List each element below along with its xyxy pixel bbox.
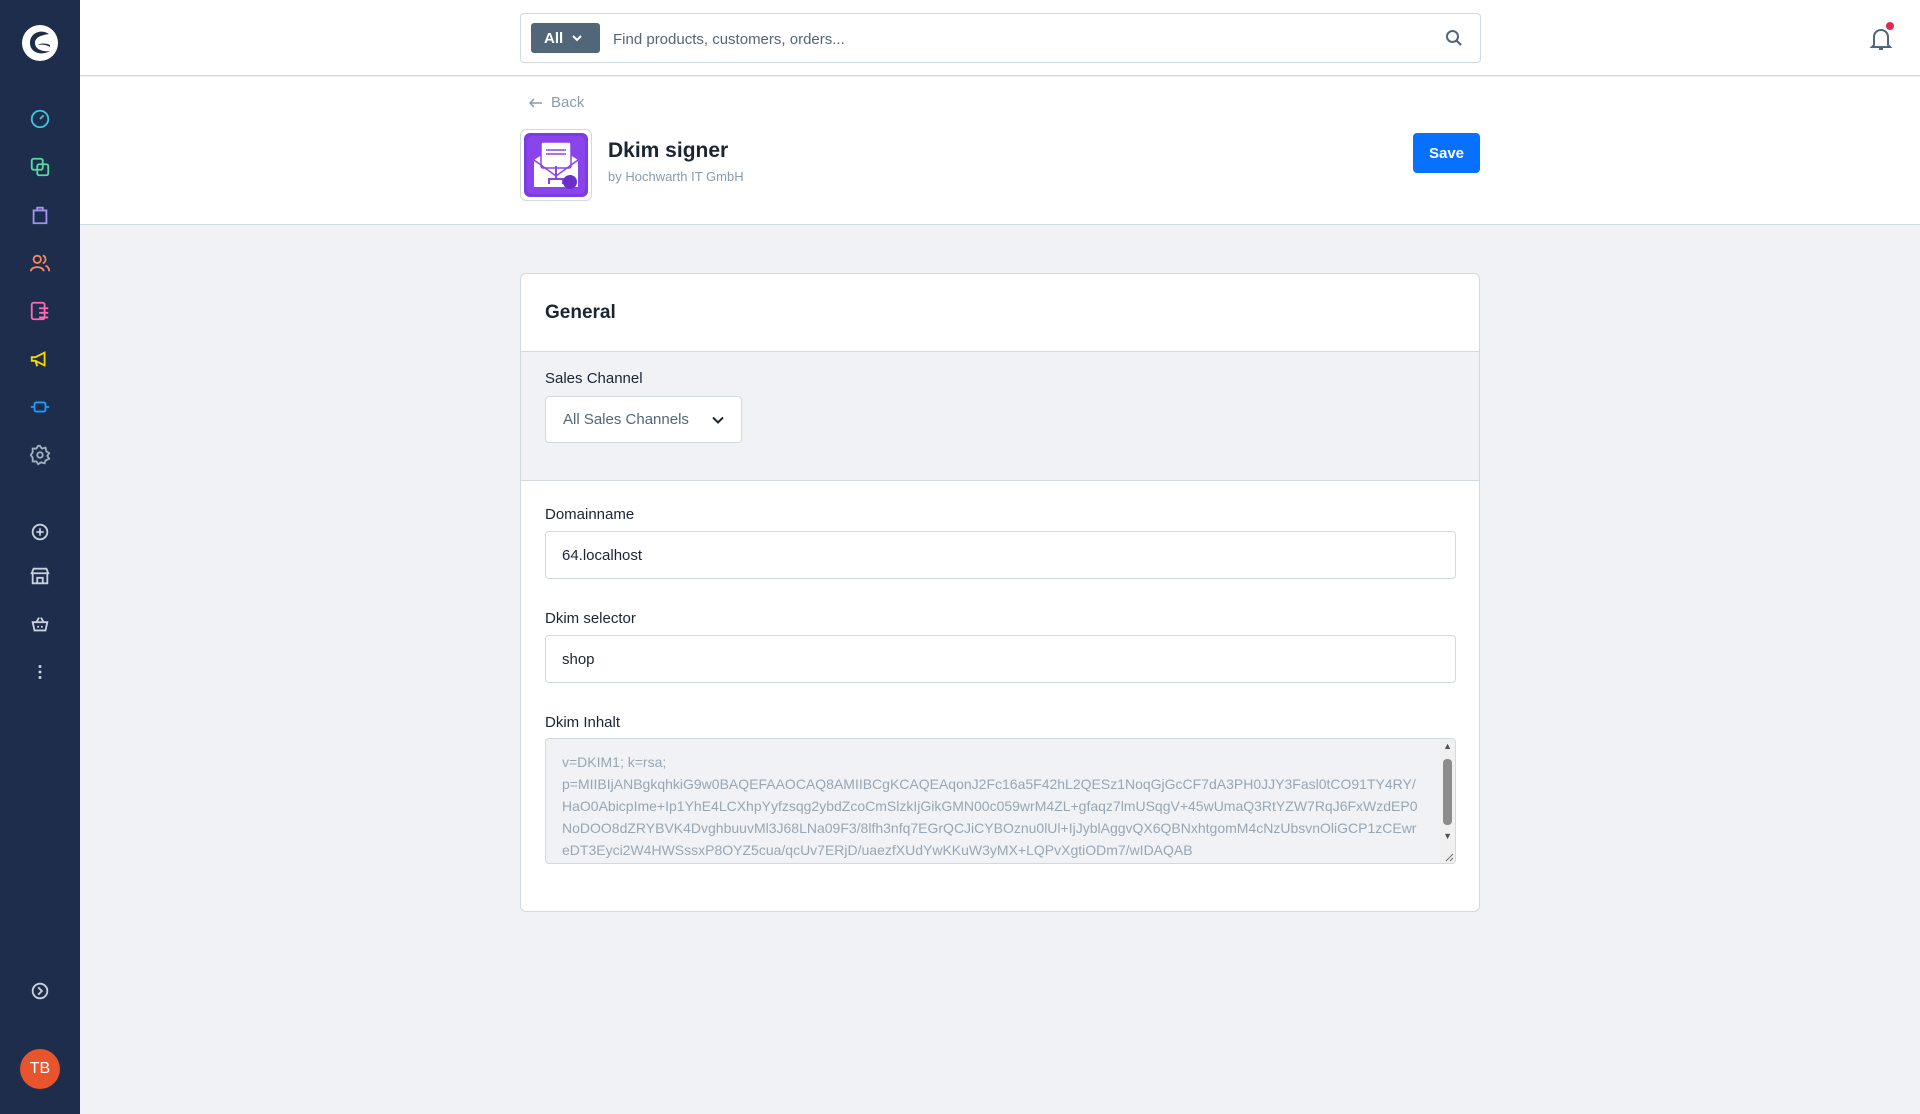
storefront-icon[interactable] [28,564,52,588]
dkim-selector-field[interactable] [545,635,1456,683]
resize-handle-icon[interactable] [1444,852,1454,862]
top-bar: All [80,0,1920,76]
more-icon[interactable] [28,660,52,684]
sales-channel-select[interactable]: All Sales Channels [545,396,742,443]
domainname-field[interactable] [545,531,1456,579]
headless-basket-icon[interactable] [28,612,52,636]
scroll-thumb[interactable] [1443,759,1452,825]
app-icon [520,129,592,201]
avatar-initials: TB [29,1060,51,1077]
chevron-down-icon [712,416,724,424]
search-type-label: All [544,29,564,47]
shopware-logo-icon[interactable] [20,23,60,63]
search-type-dropdown[interactable]: All [531,23,600,53]
page-header: Back Dkim signer by Hochwarth IT GmbH Sa… [80,77,1920,225]
dashboard-icon[interactable] [28,107,52,131]
dkim-inhalt-label: Dkim Inhalt [545,714,621,731]
orders-icon[interactable] [28,203,52,227]
dkim-inhalt-value: v=DKIM1; k=rsa; p=MIIBIjANBgkqhkiG9w0BAQ… [562,754,1418,858]
scroll-down-icon[interactable]: ▼ [1443,831,1452,841]
customers-icon[interactable] [28,251,52,275]
dkim-inhalt-textarea[interactable]: v=DKIM1; k=rsa; p=MIIBIjANBgkqhkiG9w0BAQ… [545,738,1456,864]
search-input[interactable] [613,24,1413,54]
textarea-scrollbar[interactable]: ▲ ▼ [1440,739,1455,863]
card-title: General [545,302,616,323]
back-link[interactable]: Back [529,94,584,111]
envelope-icon [524,133,588,197]
settings-icon[interactable] [28,443,52,467]
extensions-icon[interactable] [28,395,52,419]
add-sales-channel-icon[interactable] [28,520,52,544]
content-icon[interactable] [28,299,52,323]
marketing-icon[interactable] [28,347,52,371]
sidebar: TB [0,0,80,1114]
sales-channel-label: Sales Channel [545,370,643,387]
chevron-down-icon [572,35,582,42]
page-title: Dkim signer [608,139,729,162]
general-card: General Sales Channel All Sales Channels… [520,273,1480,912]
save-button[interactable]: Save [1413,133,1480,173]
app-vendor: by Hochwarth IT GmbH [608,169,744,184]
scroll-up-icon[interactable]: ▲ [1443,741,1452,751]
expand-sidebar-icon[interactable] [28,979,52,1003]
avatar[interactable]: TB [20,1049,60,1089]
back-label: Back [551,94,585,111]
domainname-label: Domainname [545,506,635,523]
catalogue-icon[interactable] [28,155,52,179]
dkim-selector-label: Dkim selector [545,610,636,627]
sales-channel-value: All Sales Channels [563,411,689,428]
arrow-left-icon [529,97,542,108]
sales-channel-section: Sales Channel All Sales Channels [521,352,1479,481]
search-icon[interactable] [1445,29,1463,47]
global-search: All [520,13,1481,63]
notification-badge [1886,22,1894,30]
